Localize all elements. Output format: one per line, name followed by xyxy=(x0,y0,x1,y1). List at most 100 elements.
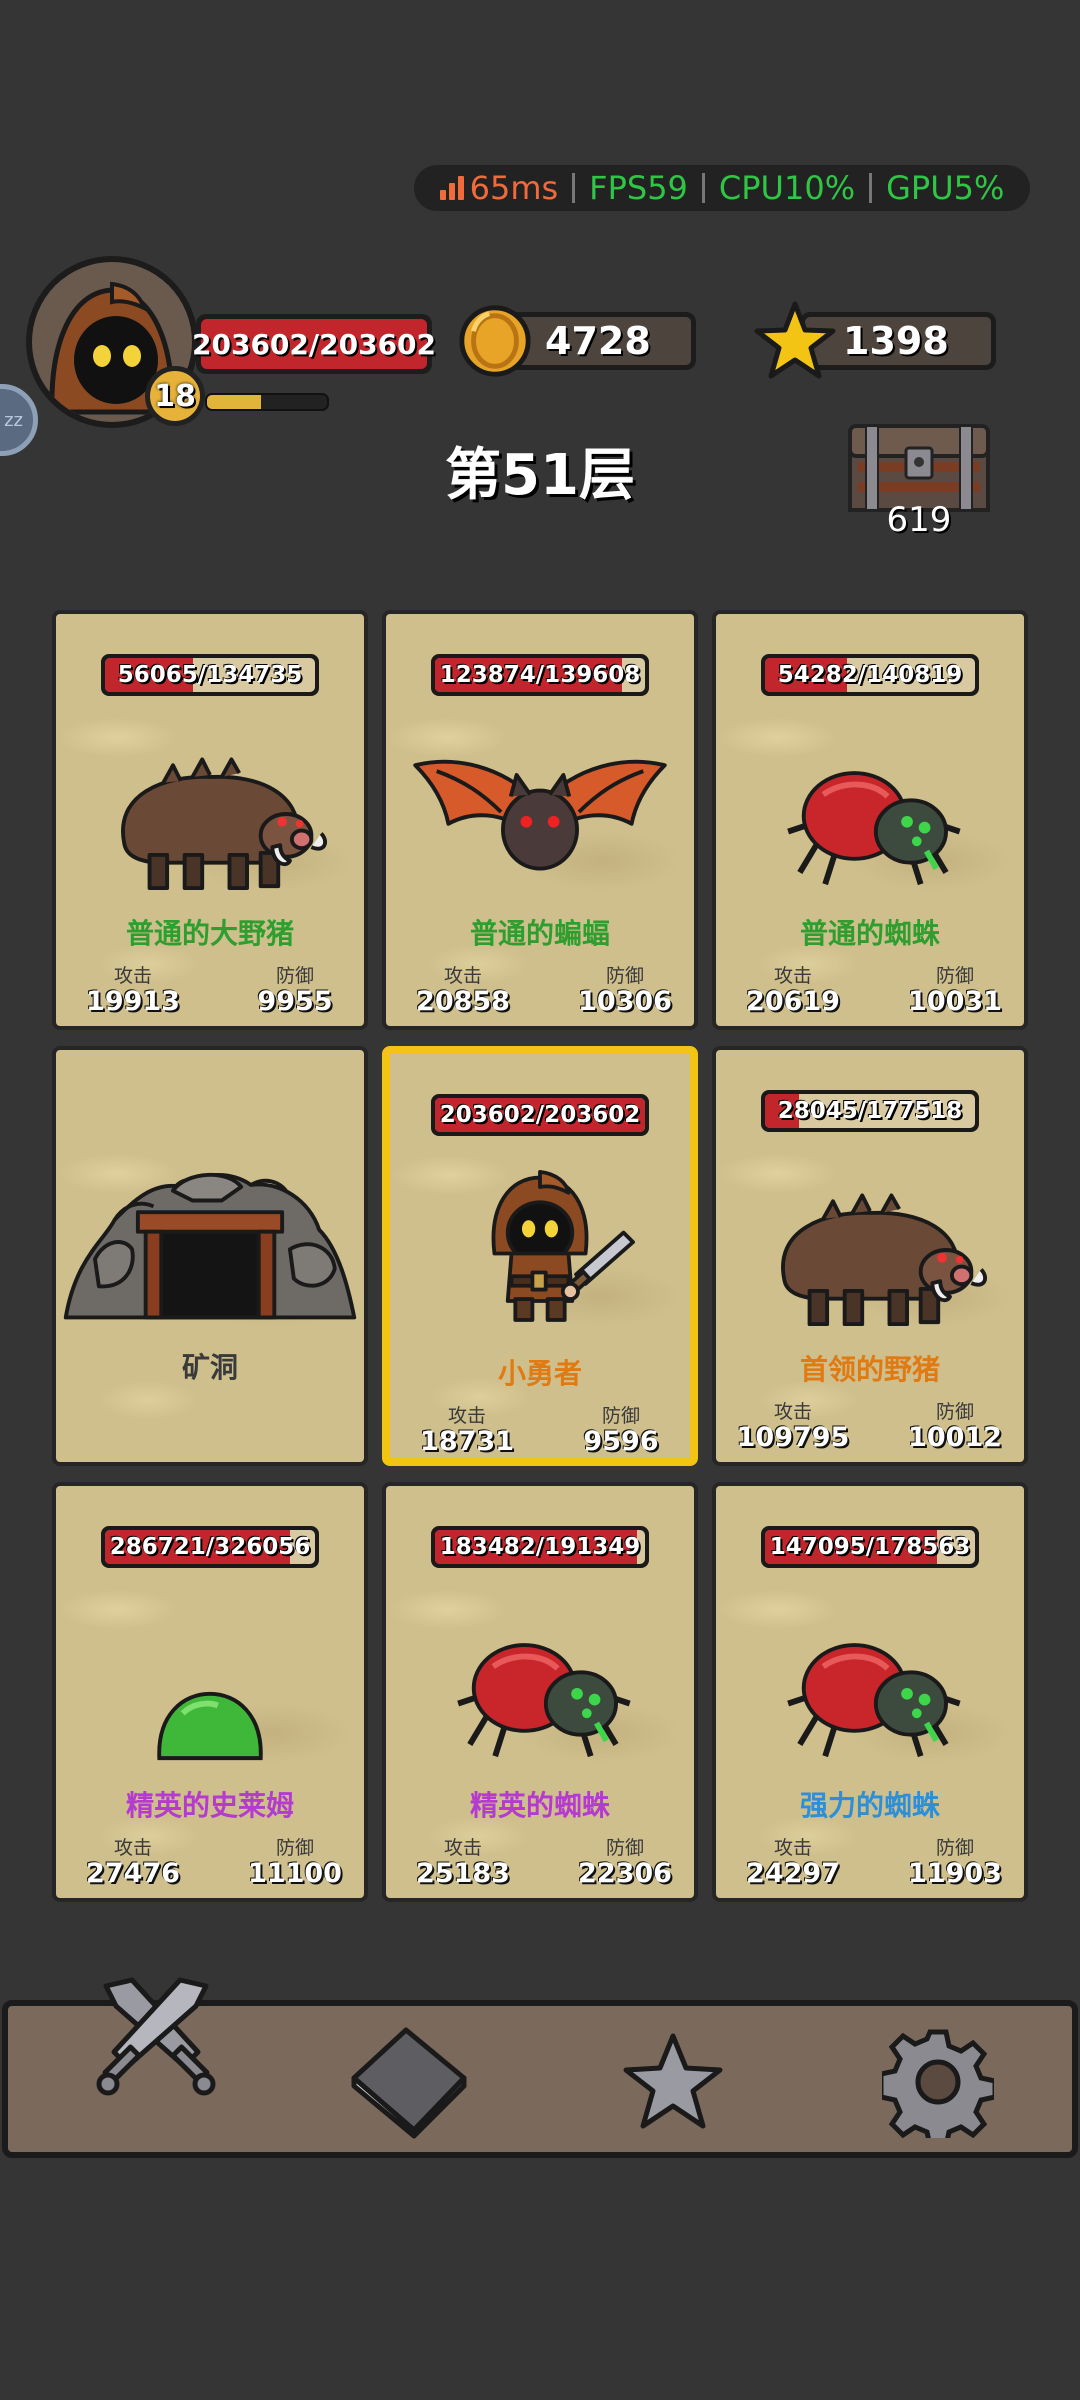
book-icon[interactable] xyxy=(344,2022,474,2142)
card-name: 精英的史莱姆 xyxy=(125,1789,294,1822)
attack-stat: 攻击 27476 xyxy=(68,1838,198,1890)
monster-card[interactable]: 286721/326056 精英的史莱姆 攻击 27476 防御 11100 xyxy=(52,1482,368,1902)
card-hp-bar: 203602/203602 xyxy=(431,1094,649,1136)
attack-stat: 攻击 18731 xyxy=(402,1406,532,1458)
monster-card[interactable]: 54282/140819 普通的蜘蛛 攻击 20619 防御 10031 xyxy=(712,610,1028,1030)
gpu-text: GPU5% xyxy=(886,169,1005,207)
defense-value: 10306 xyxy=(578,986,672,1017)
defense-label: 防御 xyxy=(275,965,314,987)
attack-label: 攻击 xyxy=(113,965,152,987)
boar-icon xyxy=(716,1160,1024,1340)
defense-label: 防御 xyxy=(935,1837,974,1859)
attack-stat: 攻击 19913 xyxy=(68,966,198,1018)
attack-label: 攻击 xyxy=(773,1837,812,1859)
card-hp-bar: 147095/178563 xyxy=(761,1526,979,1568)
monster-card[interactable]: 123874/139608 普通的蝙蝠 攻击 20858 防御 10306 xyxy=(382,610,698,1030)
slime-icon xyxy=(56,1596,364,1776)
card-name: 精英的蜘蛛 xyxy=(469,1789,610,1822)
monster-card[interactable]: 147095/178563 强力的蜘蛛 攻击 24297 防御 11903 xyxy=(712,1482,1028,1902)
defense-stat: 防御 9596 xyxy=(556,1406,686,1458)
card-hp-bar: 183482/191349 xyxy=(431,1526,649,1568)
performance-overlay: 65ms FPS59 CPU10% GPU5% xyxy=(414,165,1030,211)
card-hp-text: 203602/203602 xyxy=(439,1102,641,1128)
attack-value: 109795 xyxy=(736,1422,850,1453)
spider-icon xyxy=(716,1596,1024,1776)
attack-value: 25183 xyxy=(416,1858,510,1889)
hero-icon xyxy=(390,1144,690,1324)
defense-value: 9596 xyxy=(583,1426,659,1457)
cpu-text: CPU10% xyxy=(718,169,856,207)
card-name: 强力的蜘蛛 xyxy=(799,1789,940,1822)
floor-title: 第51层 xyxy=(445,443,635,508)
gear-icon[interactable] xyxy=(882,2026,994,2138)
defense-label: 防御 xyxy=(275,1837,314,1859)
card-name: 普通的蜘蛛 xyxy=(799,917,940,950)
attack-value: 20619 xyxy=(746,986,840,1017)
star-count: 1398 xyxy=(843,319,949,363)
attack-label: 攻击 xyxy=(773,965,812,987)
defense-stat: 防御 9955 xyxy=(230,966,360,1018)
attack-label: 攻击 xyxy=(443,965,482,987)
card-hp-bar: 54282/140819 xyxy=(761,654,979,696)
attack-stat: 攻击 20619 xyxy=(728,966,858,1018)
card-hp-text: 286721/326056 xyxy=(109,1534,311,1560)
card-hp-bar: 123874/139608 xyxy=(431,654,649,696)
attack-value: 18731 xyxy=(420,1426,514,1457)
bottom-nav xyxy=(2,1977,1078,2158)
defense-stat: 防御 11100 xyxy=(230,1838,360,1890)
bat-icon xyxy=(386,724,694,904)
hero-card[interactable]: 203602/203602 小勇者 攻击 18731 防御 9596 xyxy=(382,1046,698,1466)
fps-text: FPS59 xyxy=(589,169,688,207)
card-name: 普通的大野猪 xyxy=(125,917,294,950)
spider-icon xyxy=(386,1596,694,1776)
signal-bars-icon xyxy=(439,176,464,200)
xp-bar xyxy=(205,393,329,411)
side-panel-tab[interactable]: zz xyxy=(0,384,38,456)
card-name: 首领的野猪 xyxy=(799,1353,940,1386)
defense-stat: 防御 22306 xyxy=(560,1838,690,1890)
defense-stat: 防御 10306 xyxy=(560,966,690,1018)
attack-stat: 攻击 20858 xyxy=(398,966,528,1018)
defense-label: 防御 xyxy=(605,1837,644,1859)
star-icon xyxy=(754,301,836,379)
attack-label: 攻击 xyxy=(773,1401,812,1423)
card-hp-text: 54282/140819 xyxy=(777,662,963,688)
defense-label: 防御 xyxy=(601,1405,640,1427)
attack-label: 攻击 xyxy=(443,1837,482,1859)
monster-card[interactable]: 183482/191349 精英的蜘蛛 攻击 25183 防御 22306 xyxy=(382,1482,698,1902)
defense-value: 11903 xyxy=(908,1858,1002,1889)
defense-label: 防御 xyxy=(605,965,644,987)
attack-value: 27476 xyxy=(86,1858,180,1889)
card-hp-text: 147095/178563 xyxy=(769,1534,971,1560)
card-name: 普通的蝙蝠 xyxy=(469,917,610,950)
defense-value: 10031 xyxy=(908,986,1002,1017)
mine-entrance-icon xyxy=(56,1120,364,1320)
attack-label: 攻击 xyxy=(447,1405,486,1427)
attack-value: 20858 xyxy=(416,986,510,1017)
card-hp-text: 28045/177518 xyxy=(777,1098,963,1124)
level-badge: 18 xyxy=(145,366,205,426)
coin-count: 4728 xyxy=(545,319,651,363)
attack-stat: 攻击 24297 xyxy=(728,1838,858,1890)
mine-card[interactable]: 矿洞 xyxy=(52,1046,368,1466)
card-hp-bar: 28045/177518 xyxy=(761,1090,979,1132)
defense-value: 22306 xyxy=(578,1858,672,1889)
defense-value: 11100 xyxy=(248,1858,342,1889)
attack-stat: 攻击 109795 xyxy=(728,1402,858,1454)
attack-stat: 攻击 25183 xyxy=(398,1838,528,1890)
chest-count: 619 xyxy=(886,500,952,540)
monster-card[interactable]: 28045/177518 首领的野猪 攻击 109795 防御 10012 xyxy=(712,1046,1028,1466)
star-icon[interactable] xyxy=(618,2028,728,2138)
card-hp-bar: 286721/326056 xyxy=(101,1526,319,1568)
defense-label: 防御 xyxy=(935,965,974,987)
monster-card[interactable]: 56065/134735 普通的大野猪 攻击 19913 防御 9955 xyxy=(52,610,368,1030)
defense-label: 防御 xyxy=(935,1401,974,1423)
card-name: 小勇者 xyxy=(497,1357,582,1390)
defense-stat: 防御 10012 xyxy=(890,1402,1020,1454)
card-hp-bar: 56065/134735 xyxy=(101,654,319,696)
defense-value: 9955 xyxy=(257,986,333,1017)
spider-icon xyxy=(716,724,1024,904)
card-hp-text: 183482/191349 xyxy=(439,1534,641,1560)
crossed-swords-icon[interactable] xyxy=(86,1966,226,2106)
card-hp-text: 123874/139608 xyxy=(439,662,641,688)
